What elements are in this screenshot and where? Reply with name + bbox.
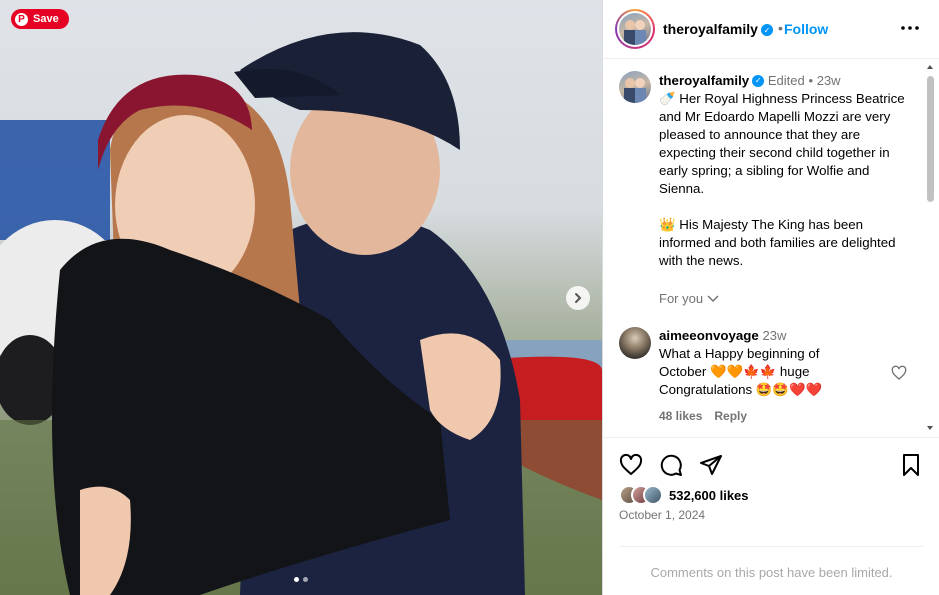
bookmark-button[interactable]	[898, 452, 924, 478]
separator-dot: •	[778, 20, 783, 36]
bottle-emoji: 🍼	[659, 91, 676, 106]
comment-text-line: October 🧡🧡🍁🍁 huge	[659, 364, 810, 379]
more-options-button[interactable]	[900, 18, 920, 38]
heart-icon	[619, 453, 643, 475]
for-you-label: For you	[659, 291, 704, 306]
post-date[interactable]: October 1, 2024	[619, 508, 705, 522]
carousel-dot-active	[294, 577, 299, 582]
follow-button[interactable]: Follow	[784, 21, 828, 37]
comments-scrollbar[interactable]	[925, 62, 935, 437]
share-button[interactable]	[698, 452, 724, 478]
comment-likes[interactable]: 48 likes	[659, 409, 702, 423]
commenter-avatar[interactable]	[619, 327, 651, 359]
divider	[619, 546, 923, 547]
commenter-username[interactable]: aimeeonvoyage	[659, 328, 759, 343]
comment-time[interactable]: 23w	[762, 328, 786, 343]
caption-paragraph-1: 🍼 Her Royal Highness Princess Beatrice a…	[659, 91, 905, 196]
liker-avatar	[643, 485, 663, 505]
comments-limited-notice: Comments on this post have been limited.	[650, 565, 893, 580]
caption-username[interactable]: theroyalfamily	[659, 73, 749, 88]
pinterest-icon: P	[15, 12, 28, 26]
comment-icon	[660, 454, 682, 476]
post-actions	[603, 452, 939, 480]
likes-summary[interactable]: 532,600 likes	[619, 485, 749, 505]
post-caption: theroyalfamily ✓ Edited • 23w 🍼 Her Royal…	[659, 72, 909, 270]
bookmark-icon	[903, 454, 919, 476]
caption-paragraph-2: 👑 His Majesty The King has been informed…	[659, 217, 896, 268]
comment-button[interactable]	[658, 452, 684, 478]
heart-icon	[891, 365, 907, 380]
caption-time[interactable]: 23w	[817, 73, 841, 88]
photo-scene	[0, 32, 602, 595]
verified-badge-icon: ✓	[752, 75, 765, 88]
verified-badge-icon: ✓	[760, 24, 773, 37]
comment-text-line: Congratulations 🤩🤩❤️❤️	[659, 382, 823, 397]
scrollbar-thumb[interactable]	[927, 76, 934, 202]
edited-label: Edited	[767, 73, 805, 88]
more-horizontal-icon	[901, 26, 919, 30]
share-icon	[700, 455, 722, 475]
pinterest-save-button[interactable]: P Save	[11, 9, 69, 29]
reply-button[interactable]: Reply	[714, 409, 747, 423]
like-button[interactable]	[618, 452, 644, 478]
chevron-down-icon	[707, 294, 719, 302]
comment-item: aimeeonvoyage 23w What a Happy beginning…	[659, 327, 899, 399]
caption-avatar[interactable]	[619, 71, 651, 103]
carousel-next-button[interactable]	[566, 286, 590, 310]
avatar	[619, 13, 651, 45]
crown-emoji: 👑	[659, 217, 676, 232]
separator-dot: •	[808, 73, 814, 88]
post-header: theroyalfamily ✓ • Follow	[603, 0, 939, 59]
comment-actions: 48 likes Reply	[659, 409, 747, 423]
chevron-right-icon	[575, 293, 582, 303]
post-side-panel: theroyalfamily ✓ • Follow theroyalfamily ✓…	[602, 0, 939, 595]
likes-count[interactable]: 532,600 likes	[669, 488, 749, 503]
carousel-indicator	[294, 577, 308, 582]
comment-text-line: What a Happy beginning of	[659, 346, 820, 361]
comment-like-button[interactable]	[891, 365, 907, 381]
header-username[interactable]: theroyalfamily ✓	[663, 21, 773, 37]
carousel-dot	[303, 577, 308, 582]
story-ring[interactable]	[615, 9, 655, 49]
post-photo[interactable]: P Save	[0, 0, 602, 595]
save-label: Save	[33, 13, 59, 25]
for-you-toggle[interactable]: For you	[659, 291, 719, 306]
